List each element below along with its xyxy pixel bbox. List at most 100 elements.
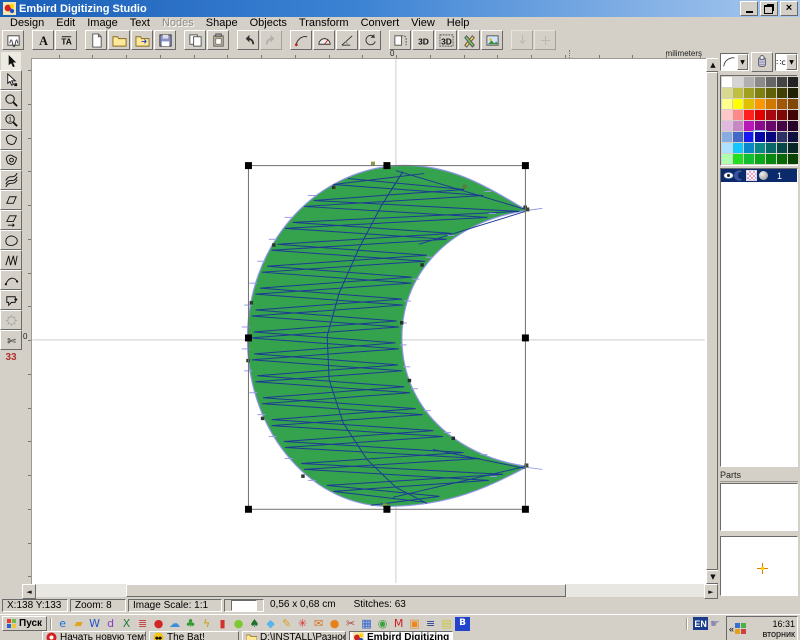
curve-style-dropdown[interactable]: ▼	[720, 53, 749, 71]
m-app-icon[interactable]: M	[391, 617, 406, 631]
column-arrow-tool[interactable]	[0, 210, 22, 230]
word-icon[interactable]: W	[87, 617, 102, 631]
lightning-icon[interactable]: ϟ	[199, 617, 214, 631]
palette-color[interactable]	[777, 154, 787, 164]
scroll-left-button[interactable]: ◄	[22, 584, 36, 599]
palette-color[interactable]	[722, 121, 732, 131]
palette-color[interactable]	[755, 77, 765, 87]
player-icon[interactable]: ●	[151, 617, 166, 631]
palette-color[interactable]	[788, 110, 798, 120]
books-icon[interactable]: ≣	[135, 617, 150, 631]
palette-color[interactable]	[755, 88, 765, 98]
taskbar-window-2[interactable]: The Bat!	[149, 631, 239, 640]
zip-app-icon[interactable]: ▣	[407, 617, 422, 631]
palette-color[interactable]	[777, 77, 787, 87]
palette-color[interactable]	[788, 99, 798, 109]
palette-color[interactable]	[744, 88, 754, 98]
menu-transform[interactable]: Transform	[293, 17, 355, 30]
palette-color[interactable]	[744, 132, 754, 142]
zoom-1-1-tool[interactable]: 1	[0, 110, 22, 130]
vertical-scrollbar[interactable]: ▲ ▼	[706, 58, 718, 584]
view-3d-box-button[interactable]: 3D	[435, 30, 457, 50]
menu-shape[interactable]: Shape	[200, 17, 244, 30]
palette-color[interactable]	[733, 154, 743, 164]
palette-color[interactable]	[755, 121, 765, 131]
palette-color[interactable]	[722, 132, 732, 142]
palette-color[interactable]	[788, 88, 798, 98]
palette-color[interactable]	[733, 110, 743, 120]
arc-line-tool[interactable]	[0, 270, 22, 290]
horizontal-scrollbar[interactable]: ◄ ►	[22, 584, 718, 597]
palette-color[interactable]	[788, 154, 798, 164]
palette-color[interactable]	[744, 110, 754, 120]
language-indicator[interactable]: EN	[693, 617, 708, 630]
tray-app-icon[interactable]	[735, 623, 747, 635]
palette-color[interactable]	[755, 99, 765, 109]
weather-icon[interactable]: ☁	[167, 617, 182, 631]
close-button[interactable]: ×	[780, 1, 798, 16]
palette-color[interactable]	[766, 154, 776, 164]
palette-color[interactable]	[755, 154, 765, 164]
palette-color[interactable]	[788, 132, 798, 142]
start-button[interactable]: Пуск	[2, 616, 47, 631]
palette-color[interactable]	[788, 121, 798, 131]
palette-color[interactable]	[722, 143, 732, 153]
taskbar-window-4[interactable]: Embird Digitizing Stud...	[349, 631, 453, 640]
page-app-icon[interactable]: ▤	[439, 617, 454, 631]
bluetooth-icon[interactable]: B	[455, 617, 470, 631]
palette-color[interactable]	[733, 143, 743, 153]
menu-convert[interactable]: Convert	[355, 17, 406, 30]
paste-button[interactable]	[207, 30, 229, 50]
ie-icon[interactable]: e	[55, 617, 70, 631]
red-block-icon[interactable]: ▮	[215, 617, 230, 631]
leaf-icon[interactable]: ♠	[247, 617, 262, 631]
palette-color[interactable]	[777, 132, 787, 142]
palette-color[interactable]	[766, 110, 776, 120]
mail-folder-icon[interactable]: ▰	[71, 617, 86, 631]
scroll-right-button[interactable]: ►	[704, 584, 718, 599]
scissors-tool[interactable]: ✄	[0, 330, 22, 350]
palette-color[interactable]	[744, 121, 754, 131]
palette-color[interactable]	[733, 132, 743, 142]
palette-color[interactable]	[722, 110, 732, 120]
palette-color[interactable]	[766, 121, 776, 131]
palette-color[interactable]	[744, 143, 754, 153]
copy-button[interactable]	[184, 30, 206, 50]
scissors-app-icon[interactable]: ✂	[343, 617, 358, 631]
hatch-fill-tool[interactable]	[0, 170, 22, 190]
menu-view[interactable]: View	[405, 17, 441, 30]
fill-region-tool[interactable]	[0, 130, 22, 150]
palette-color[interactable]	[722, 154, 732, 164]
tree-icon[interactable]: ♣	[183, 617, 198, 631]
fill-hole-tool[interactable]	[0, 150, 22, 170]
rotate-button[interactable]	[359, 30, 381, 50]
palette-color[interactable]	[766, 88, 776, 98]
lines-app-icon[interactable]: ≡	[423, 617, 438, 631]
layer-row[interactable]: 1	[721, 169, 797, 182]
taskbar-window-3[interactable]: D:\INSTALL\Разное\Embird	[242, 631, 346, 640]
menu-help[interactable]: Help	[441, 17, 476, 30]
palette-color[interactable]	[777, 121, 787, 131]
colors-button[interactable]	[458, 30, 480, 50]
palette-color[interactable]	[722, 77, 732, 87]
palette-color[interactable]	[744, 99, 754, 109]
diamond-icon[interactable]: ◆	[263, 617, 278, 631]
column-tool[interactable]	[0, 190, 22, 210]
asterisk-icon[interactable]: ✳	[295, 617, 310, 631]
lettering-button[interactable]: A	[32, 30, 54, 50]
undo-button[interactable]	[237, 30, 259, 50]
palette-color[interactable]	[733, 121, 743, 131]
palette-color[interactable]	[788, 143, 798, 153]
excel-icon[interactable]: X	[119, 617, 134, 631]
design-preview-button[interactable]	[2, 30, 24, 50]
sphere-app-icon[interactable]: ◉	[375, 617, 390, 631]
palette-color[interactable]	[777, 110, 787, 120]
palette-color[interactable]	[766, 99, 776, 109]
view-3d-button[interactable]: 3D	[412, 30, 434, 50]
compensation-button[interactable]	[336, 30, 358, 50]
image-tool-button[interactable]	[481, 30, 503, 50]
palette-color[interactable]	[722, 88, 732, 98]
tray-collapse-chevron[interactable]: «	[729, 624, 734, 634]
palette-color[interactable]	[788, 77, 798, 87]
thread-spool-button[interactable]	[751, 52, 773, 72]
